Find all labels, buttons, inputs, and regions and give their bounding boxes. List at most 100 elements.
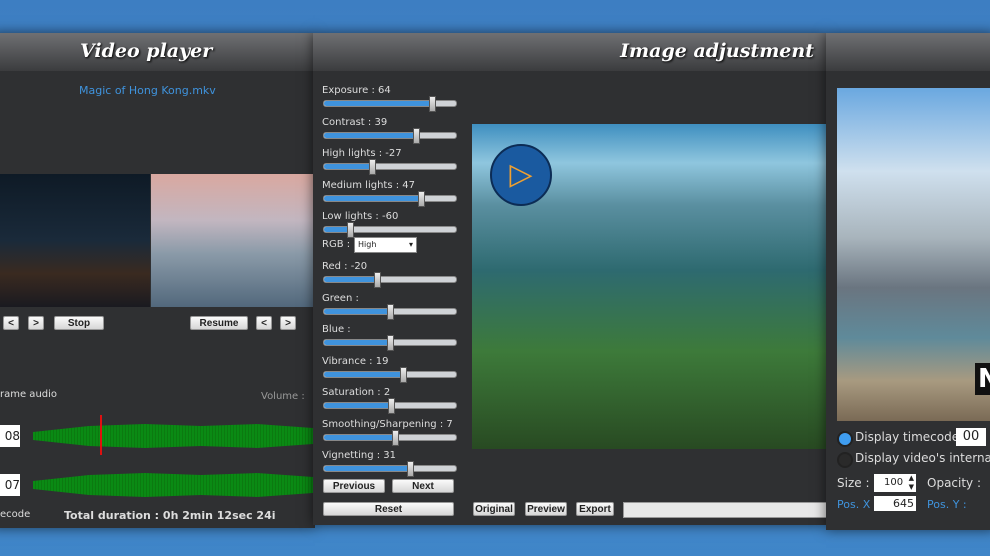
slider-thumb[interactable]	[369, 159, 377, 175]
pos-x-label: Pos. X	[837, 498, 871, 511]
slider-thumb[interactable]	[429, 96, 437, 112]
slider-label: Red : -20	[322, 261, 368, 272]
slider-track[interactable]	[323, 398, 457, 414]
slider-track[interactable]	[323, 159, 457, 175]
display-timecode-radio[interactable]	[837, 431, 853, 447]
size-stepper[interactable]: 100 ▲ ▼	[874, 474, 916, 492]
slider-fill	[324, 133, 416, 138]
slider-track[interactable]	[323, 304, 457, 320]
playhead[interactable]	[100, 415, 102, 455]
previous-button[interactable]: Previous	[323, 479, 385, 493]
slider-thumb[interactable]	[387, 335, 394, 351]
chevron-down-icon: ▾	[408, 240, 413, 249]
slider-thumb[interactable]	[373, 272, 381, 288]
slider-fill	[324, 101, 433, 106]
volume-label: Volume :	[261, 391, 305, 402]
slider-track[interactable]	[323, 128, 457, 144]
opacity-label: Opacity :	[927, 476, 982, 490]
slider-track[interactable]	[323, 96, 457, 112]
title-bar: Video player	[0, 33, 315, 71]
slider-label: Contrast : 39	[322, 117, 388, 128]
export-button[interactable]: Export	[576, 502, 614, 516]
overlay-preview: N	[837, 88, 990, 421]
reset-button[interactable]: Reset	[323, 502, 454, 516]
prev-frame-button-2[interactable]: <	[256, 316, 272, 330]
slider-track[interactable]	[323, 272, 457, 288]
title-bar	[826, 33, 990, 71]
slider-thumb[interactable]	[407, 461, 415, 477]
slider-thumb[interactable]	[418, 191, 426, 207]
slider-thumb[interactable]	[391, 430, 399, 446]
total-duration: Total duration : 0h 2min 12sec 24i	[64, 509, 276, 522]
slider-track[interactable]	[323, 335, 457, 351]
next-frame-button-2[interactable]: >	[280, 316, 296, 330]
slider-label: Vibrance : 19	[322, 356, 389, 367]
resume-button[interactable]: Resume	[190, 316, 248, 330]
slider-thumb[interactable]	[347, 222, 355, 238]
overlay-window: N Display timecode : 00 Display video's …	[826, 33, 990, 530]
slider-track[interactable]	[323, 222, 457, 238]
frame-audio-label: rame audio	[0, 389, 58, 400]
slider-label: Green :	[322, 293, 359, 304]
display-internal-radio[interactable]	[837, 452, 853, 468]
slider-label: Low lights : -60	[322, 211, 399, 222]
slider-fill	[324, 435, 395, 440]
size-value: 100	[884, 477, 904, 488]
audio-tracks: 08 07	[0, 415, 315, 515]
slider-thumb[interactable]	[399, 367, 407, 383]
stop-button[interactable]: Stop	[54, 316, 104, 330]
next-frame-button[interactable]: >	[28, 316, 44, 330]
slider-fill	[324, 340, 390, 345]
waveform-1[interactable]	[33, 424, 313, 448]
original-button[interactable]: Original	[473, 502, 515, 516]
rgb-select[interactable]: High ▾	[354, 237, 417, 253]
slider-thumb[interactable]	[387, 304, 394, 320]
slider-fill	[324, 196, 422, 201]
pos-x-input[interactable]: 645	[874, 496, 916, 511]
slider-label: Medium lights : 47	[322, 180, 415, 191]
slider-label: Exposure : 64	[322, 85, 391, 96]
display-timecode-label: Display timecode :	[855, 430, 967, 444]
slider-fill	[324, 309, 390, 314]
slider-track[interactable]	[323, 430, 457, 446]
image-adjustment-window: Image adjustment Exposure : 64 Contrast :…	[313, 33, 826, 525]
progress-bar	[623, 502, 826, 518]
video-frame-right	[151, 174, 315, 307]
overlay-text: N	[975, 363, 990, 395]
slider-track[interactable]	[323, 191, 457, 207]
size-label: Size :	[837, 476, 870, 490]
slider-fill	[324, 466, 411, 471]
image-preview: ▷	[472, 124, 826, 449]
slider-fill	[324, 277, 377, 282]
slider-label: High lights : -27	[322, 148, 402, 159]
title-bar: Image adjustment	[313, 33, 826, 71]
filename: Magic of Hong Kong.mkv	[79, 84, 216, 97]
slider-label: Blue :	[322, 324, 351, 335]
slider-thumb[interactable]	[412, 128, 420, 144]
slider-label: Vignetting : 31	[322, 450, 396, 461]
waveform-2[interactable]	[33, 473, 313, 497]
slider-fill	[324, 403, 392, 408]
logo-icon: ▷	[490, 144, 552, 206]
timecode-field-1[interactable]: 08	[0, 425, 20, 447]
stepper-arrows-icon[interactable]: ▲ ▼	[909, 474, 914, 492]
window-title: Image adjustment	[620, 40, 814, 62]
slider-fill	[324, 164, 373, 169]
timecode-field-2[interactable]: 07	[0, 474, 20, 496]
rgb-select-value: High	[358, 240, 377, 249]
pos-y-label: Pos. Y :	[927, 498, 967, 511]
slider-fill	[324, 372, 403, 377]
window-title: Video player	[80, 40, 213, 62]
slider-track[interactable]	[323, 461, 457, 477]
rgb-label: RGB :	[322, 239, 351, 250]
video-player-window: Video player Magic of Hong Kong.mkv < > …	[0, 33, 315, 528]
slider-track[interactable]	[323, 367, 457, 383]
timecode-input[interactable]: 00	[956, 428, 986, 446]
slider-thumb[interactable]	[388, 398, 396, 414]
next-button[interactable]: Next	[392, 479, 454, 493]
prev-frame-button[interactable]: <	[3, 316, 19, 330]
slider-label: Saturation : 2	[322, 387, 391, 398]
display-internal-label: Display video's internal tim	[855, 451, 990, 465]
timecode-label: ecode	[0, 509, 31, 520]
preview-button[interactable]: Preview	[525, 502, 567, 516]
